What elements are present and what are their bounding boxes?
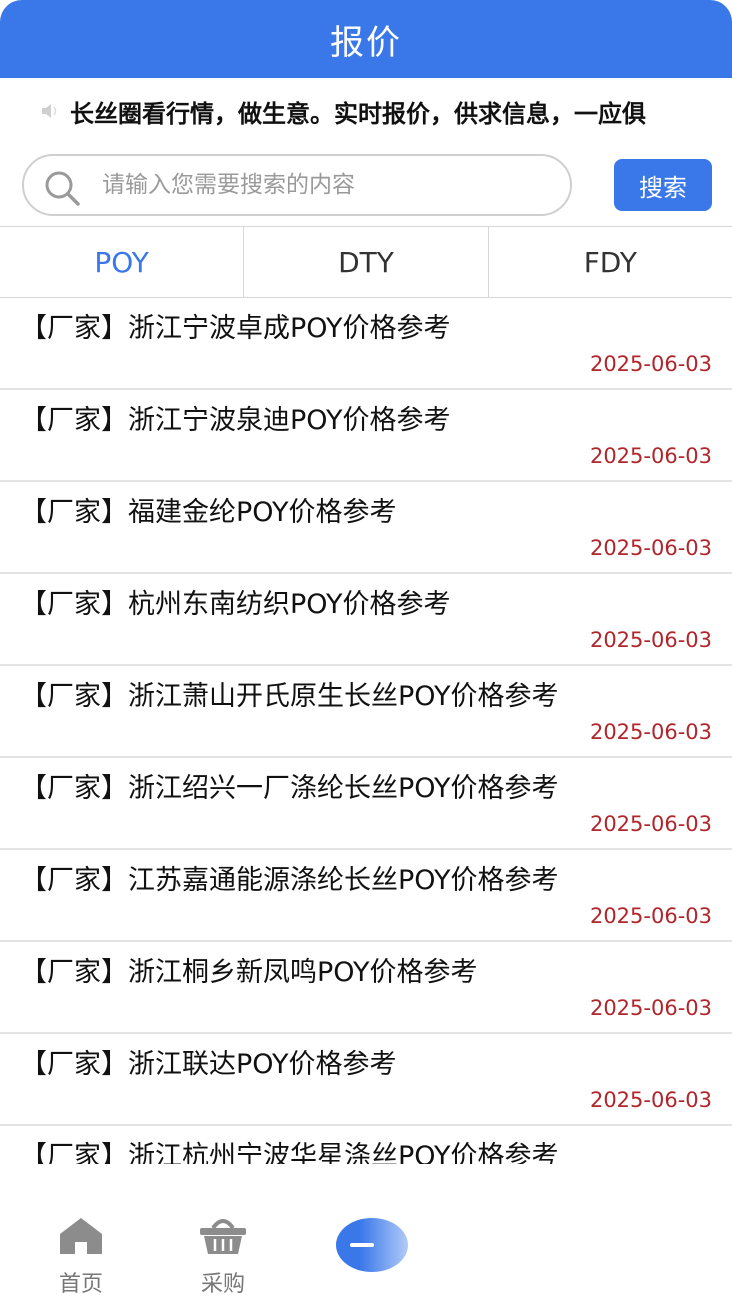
basket-icon <box>200 1219 246 1254</box>
item-title: 【厂家】浙江绍兴一厂涤纶长丝POY价格参考 <box>20 773 559 804</box>
list-item[interactable]: 【厂家】福建金纶POY价格参考 2025-06-03 <box>0 482 732 574</box>
marquee-text: 长丝圈看行情，做生意。实时报价，供求信息，一应俱 <box>70 99 646 128</box>
list-item[interactable]: 【厂家】浙江宁波卓成POY价格参考 2025-06-03 <box>0 298 732 390</box>
item-date: 2025-06-03 <box>589 444 712 468</box>
item-title: 【厂家】福建金纶POY价格参考 <box>20 497 397 528</box>
tab-fdy[interactable]: FDY <box>489 227 732 297</box>
category-tabs: POY DTY FDY <box>0 226 732 298</box>
item-date: 2025-06-03 <box>589 536 712 560</box>
list-item[interactable]: 【厂家】浙江联达POY价格参考 2025-06-03 <box>0 1034 732 1126</box>
list-item[interactable]: 【厂家】浙江绍兴一厂涤纶长丝POY价格参考 2025-06-03 <box>0 758 732 850</box>
search-input[interactable] <box>102 164 552 206</box>
announcement-marquee[interactable]: 长丝圈看行情，做生意。实时报价，供求信息，一应俱 <box>0 78 732 144</box>
list-item[interactable]: 【厂家】浙江杭州宁波华星涤丝POY价格参考 <box>0 1126 732 1164</box>
search-button[interactable]: 搜索 <box>614 159 712 211</box>
item-date: 2025-06-03 <box>589 904 712 928</box>
item-title: 【厂家】浙江宁波泉迪POY价格参考 <box>20 405 451 436</box>
bottom-nav: 首页 采购 <box>0 1164 732 1304</box>
nav-item-home[interactable]: 首页 <box>28 1214 128 1298</box>
list-item[interactable]: 【厂家】浙江宁波泉迪POY价格参考 2025-06-03 <box>0 390 732 482</box>
item-title: 【厂家】浙江萧山开氏原生长丝POY价格参考 <box>20 681 559 712</box>
quote-list: 【厂家】浙江宁波卓成POY价格参考 2025-06-03 【厂家】浙江宁波泉迪P… <box>0 298 732 1164</box>
list-item[interactable]: 【厂家】杭州东南纺织POY价格参考 2025-06-03 <box>0 574 732 666</box>
nav-label-purchase: 采购 <box>200 1272 245 1297</box>
item-date: 2025-06-03 <box>589 352 712 376</box>
item-title: 【厂家】浙江杭州宁波华星涤丝POY价格参考 <box>20 1141 559 1164</box>
header-bar: 报价 <box>0 0 732 78</box>
page-title: 报价 <box>330 22 402 63</box>
nav-label-home: 首页 <box>58 1272 103 1297</box>
search-icon <box>45 171 80 206</box>
home-icon <box>60 1218 102 1254</box>
item-date: 2025-06-03 <box>589 1088 712 1112</box>
list-item[interactable]: 【厂家】江苏嘉通能源涤纶长丝POY价格参考 2025-06-03 <box>0 850 732 942</box>
item-date: 2025-06-03 <box>589 812 712 836</box>
tab-dty[interactable]: DTY <box>244 227 489 297</box>
speaker-icon <box>42 104 57 118</box>
item-date: 2025-06-03 <box>589 996 712 1020</box>
item-title: 【厂家】浙江联达POY价格参考 <box>20 1049 397 1080</box>
list-item[interactable]: 【厂家】浙江桐乡新凤鸣POY价格参考 2025-06-03 <box>0 942 732 1034</box>
tab-poy[interactable]: POY <box>0 227 245 297</box>
nav-item-purchase[interactable]: 采购 <box>170 1214 270 1298</box>
search-box[interactable] <box>22 154 572 216</box>
item-title: 【厂家】杭州东南纺织POY价格参考 <box>20 589 451 620</box>
item-date: 2025-06-03 <box>589 628 712 652</box>
list-item[interactable]: 【厂家】浙江萧山开氏原生长丝POY价格参考 2025-06-03 <box>0 666 732 758</box>
item-title: 【厂家】江苏嘉通能源涤纶长丝POY价格参考 <box>20 865 559 896</box>
search-row: 搜索 <box>0 144 732 226</box>
item-title: 【厂家】浙江宁波卓成POY价格参考 <box>20 313 451 344</box>
item-date: 2025-06-03 <box>589 720 712 744</box>
fade-overlay <box>360 1164 732 1304</box>
item-title: 【厂家】浙江桐乡新凤鸣POY价格参考 <box>20 957 478 988</box>
